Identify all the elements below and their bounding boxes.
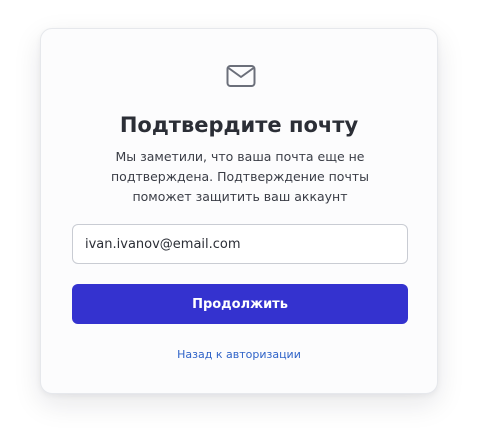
email-field[interactable] (72, 224, 408, 264)
verify-email-card: Подтвердите почту Мы заметили, что ваша … (40, 28, 438, 394)
page-title: Подтвердите почту (119, 113, 359, 137)
back-to-login-link[interactable]: Назад к авторизации (41, 347, 437, 363)
continue-button[interactable]: Продолжить (72, 284, 408, 324)
mail-icon (226, 65, 256, 87)
page: Подтвердите почту Мы заметили, что ваша … (0, 0, 480, 448)
subtitle-text: Мы заметили, что ваша почта еще не подтв… (111, 149, 369, 204)
